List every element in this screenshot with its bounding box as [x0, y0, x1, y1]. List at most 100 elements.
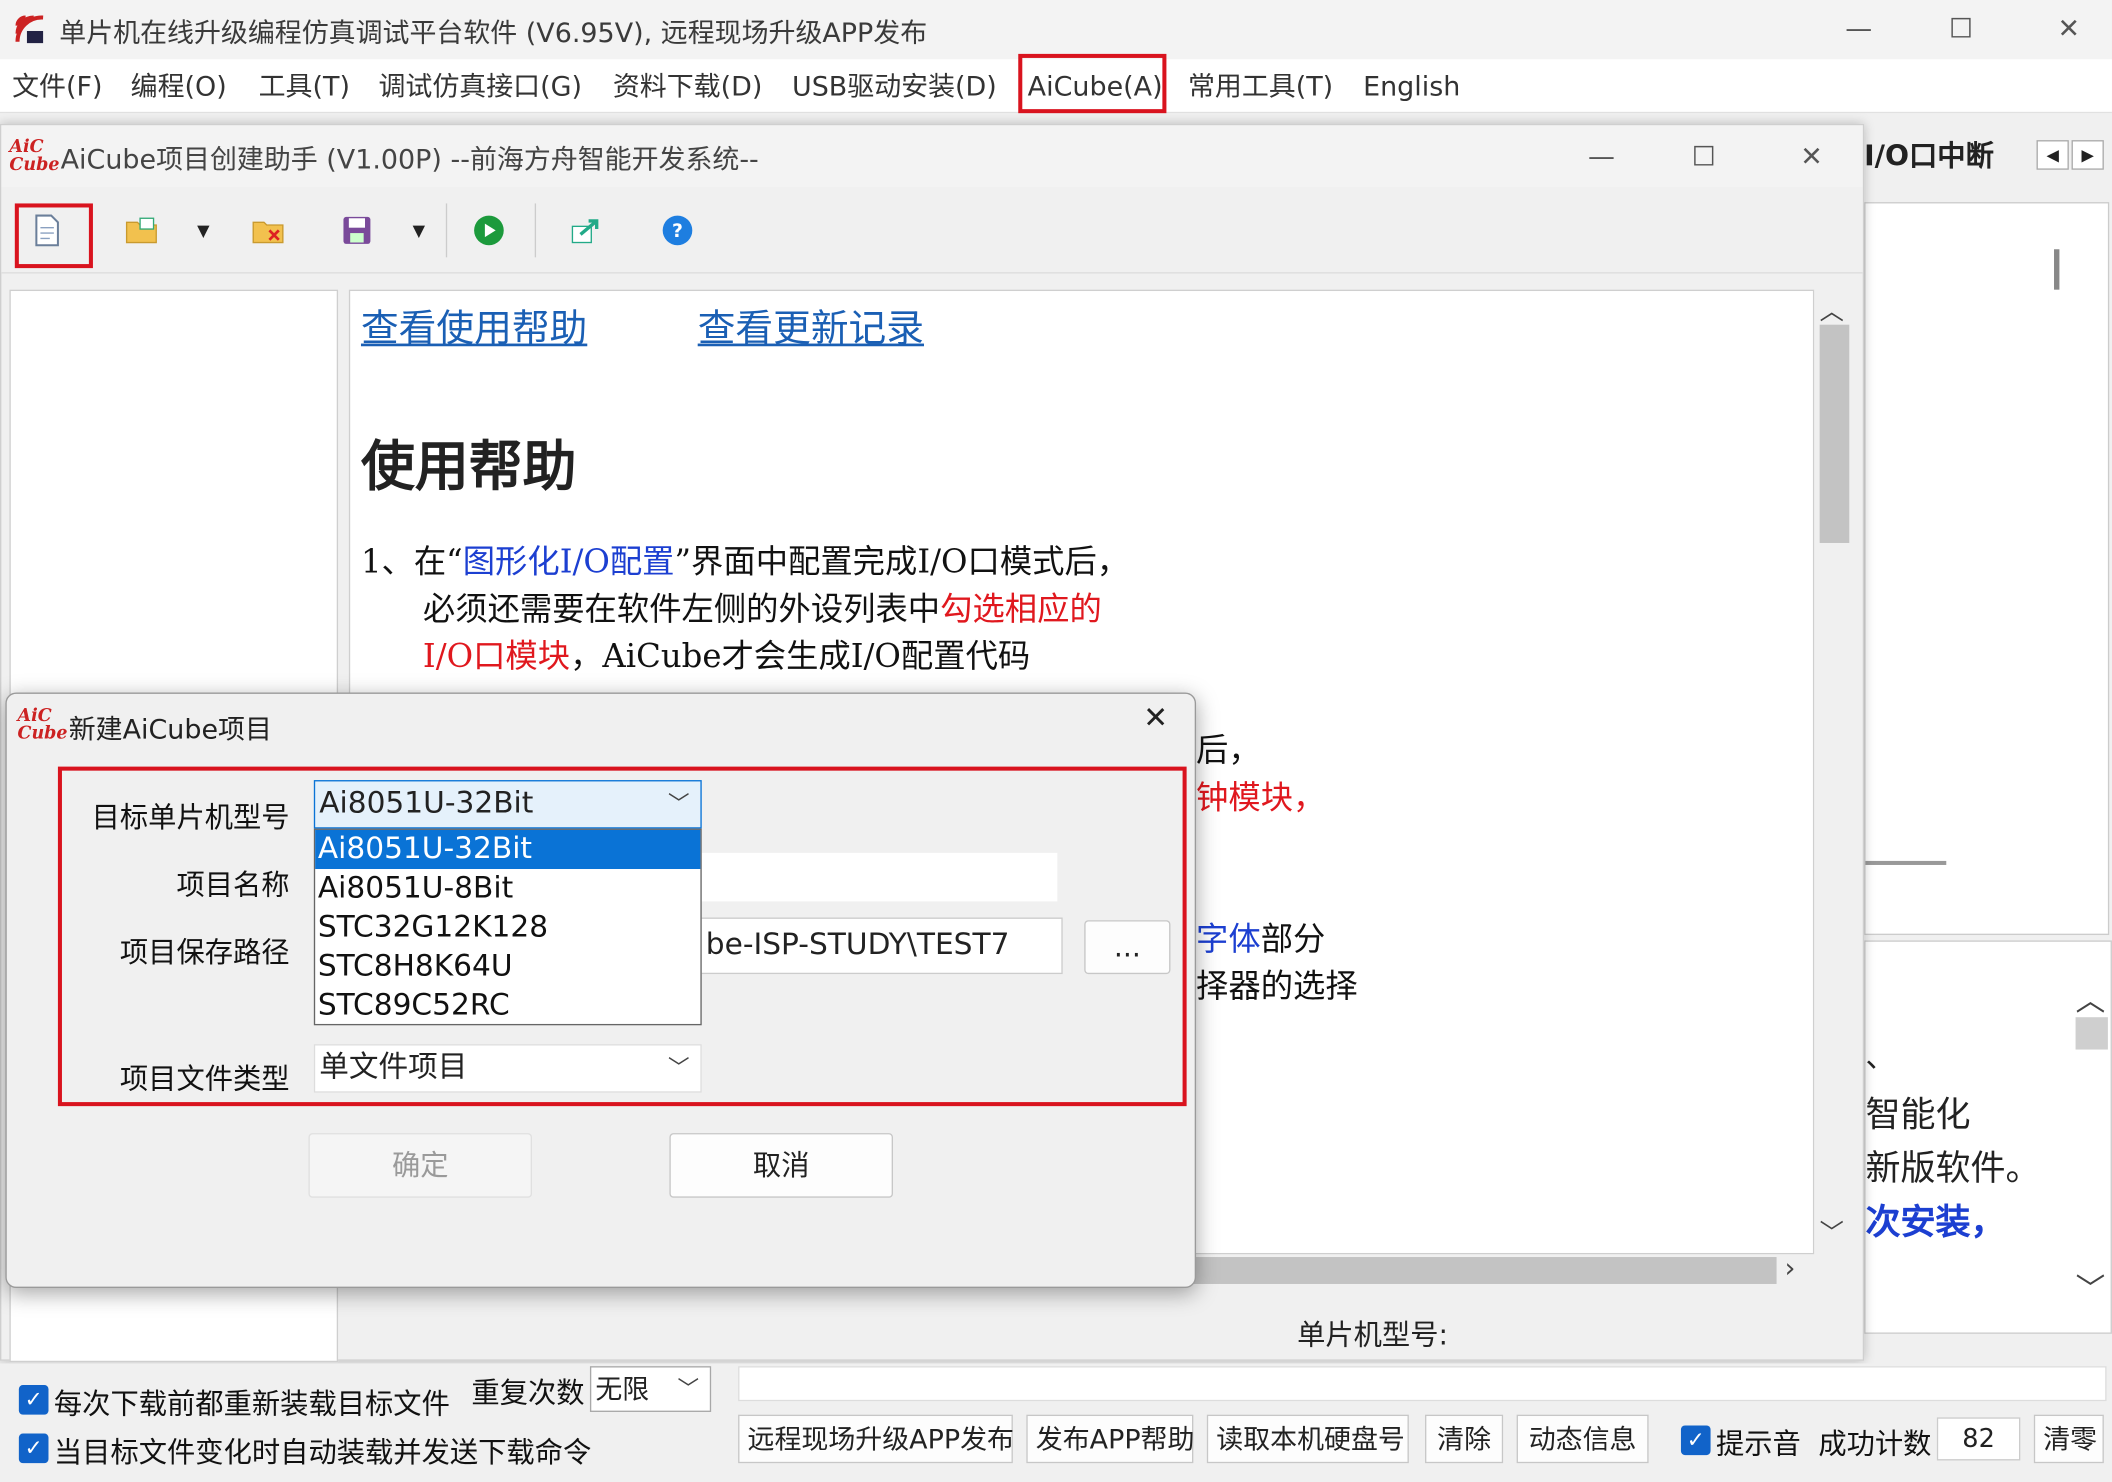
aicube-close-button[interactable]: ✕: [1785, 136, 1839, 176]
scroll-up-icon[interactable]: ︿: [1820, 292, 1844, 327]
mcu-option[interactable]: STC32G12K128: [315, 908, 700, 947]
scroll-down-icon[interactable]: ﹀: [1820, 1214, 1844, 1249]
tab-scroll-left-button[interactable]: ◀: [2036, 140, 2069, 170]
mcu-option[interactable]: STC89C52RC: [315, 986, 700, 1025]
auto-load-checkbox[interactable]: ✓: [18, 1433, 49, 1464]
read-disk-id-button[interactable]: 读取本机硬盘号: [1206, 1414, 1409, 1464]
app-logo-icon: [13, 12, 48, 47]
scroll-right-icon[interactable]: ›: [1785, 1252, 1796, 1284]
save-icon: [343, 216, 371, 244]
scroll-up-icon[interactable]: ︿: [2076, 977, 2106, 1020]
help-para-line: 必须还需要在软件左侧的外设列表中勾选相应的: [422, 590, 1102, 628]
run-button[interactable]: [470, 212, 508, 250]
help-button[interactable]: ?: [659, 212, 697, 250]
highlight-aicube-menu: [1018, 53, 1167, 114]
right-pane: I/O口中断 ◀ ▶ 、 智能化 新版软件。 次安装， ︿ ﹀: [1864, 121, 2112, 1482]
help-partial-line: 字体部分: [1196, 920, 1326, 958]
chevron-down-icon: ﹀: [668, 790, 690, 817]
save-dropdown-button[interactable]: ▼: [400, 212, 438, 250]
close-project-button[interactable]: [249, 212, 287, 250]
io-config-link[interactable]: 图形化I/O配置: [463, 543, 675, 581]
chevron-down-icon: ﹀: [677, 1375, 700, 1402]
menu-file[interactable]: 文件(F): [12, 62, 102, 111]
dialog-close-button[interactable]: ✕: [1133, 702, 1179, 742]
right-info-line: 次安装，: [1865, 1203, 2006, 1244]
publish-help-button[interactable]: 发布APP帮助: [1026, 1414, 1194, 1464]
minimize-button[interactable]: —: [1832, 8, 1886, 48]
tab-io-interrupt[interactable]: I/O口中断: [1864, 135, 2012, 178]
open-folder-icon: [125, 217, 157, 244]
mcu-model-label: 目标单片机型号: [91, 801, 290, 834]
reset-count-button[interactable]: 清零: [2033, 1414, 2104, 1464]
remote-upgrade-button[interactable]: 远程现场升级APP发布: [738, 1414, 1014, 1464]
chevron-down-icon: ﹀: [668, 1054, 690, 1081]
aicube-minimize-button[interactable]: —: [1575, 136, 1629, 176]
clear-button[interactable]: 清除: [1425, 1414, 1504, 1464]
link-view-changelog[interactable]: 查看更新记录: [698, 299, 924, 353]
new-project-dialog: AiC Cube 新建AiCube项目 ✕ 目标单片机型号 Ai8051U-32…: [5, 692, 1197, 1289]
file-type-label: 项目文件类型: [119, 1063, 290, 1096]
cancel-button[interactable]: 取消: [669, 1133, 893, 1198]
mcu-model-select[interactable]: Ai8051U-32Bit ﹀: [313, 780, 702, 829]
help-icon: ?: [662, 215, 693, 246]
mcu-option[interactable]: Ai8051U-32Bit: [315, 829, 701, 870]
help-partial-line: 择器的选择: [1196, 967, 1358, 1006]
menu-common-tools[interactable]: 常用工具(T): [1188, 62, 1333, 111]
ok-button[interactable]: 确定: [308, 1133, 533, 1198]
open-project-button[interactable]: [123, 212, 161, 250]
repeat-label: 重复次数: [471, 1376, 585, 1410]
sound-label: 提示音: [1715, 1428, 1801, 1461]
menu-program[interactable]: 编程(O): [131, 62, 227, 111]
dialog-logo-icon: AiC Cube: [17, 705, 68, 744]
close-icon: ✕: [1143, 701, 1169, 736]
right-panel-scroll-thumb[interactable]: [2054, 249, 2060, 290]
help-heading: 使用帮助: [360, 435, 577, 499]
progress-bar: [738, 1366, 2107, 1402]
menu-download[interactable]: 资料下载(D): [613, 62, 763, 111]
aicube-window-title: AiCube项目创建助手 (V1.00P) --前海方舟智能开发系统--: [60, 142, 759, 175]
mcu-option[interactable]: Ai8051U-8Bit: [315, 869, 700, 908]
tab-scroll-right-button[interactable]: ▶: [2071, 140, 2104, 170]
auto-load-checkbox-label: 当目标文件变化时自动装载并发送下载命令: [53, 1436, 592, 1469]
help-partial-line: 后，: [1196, 731, 1261, 770]
help-para-line: 1、在“图形化I/O配置”界面中配置完成I/O口模式后，: [360, 542, 1130, 581]
right-info-line: 新版软件。: [1865, 1149, 2041, 1190]
dialog-title: 新建AiCube项目: [68, 712, 272, 746]
mcu-option[interactable]: STC8H8K64U: [315, 947, 700, 986]
h-scroll-thumb[interactable]: [1183, 1257, 1777, 1284]
reload-checkbox[interactable]: ✓: [18, 1385, 49, 1415]
export-icon: [571, 219, 599, 244]
dynamic-info-button[interactable]: 动态信息: [1516, 1414, 1649, 1464]
success-count-value: 82: [1936, 1417, 2021, 1461]
menu-tools[interactable]: 工具(T): [259, 62, 350, 111]
success-count-label: 成功计数: [1818, 1428, 1932, 1461]
caret-down-icon: ▼: [412, 220, 426, 240]
menubar: 文件(F) 编程(O) 工具(T) 调试仿真接口(G) 资料下载(D) USB驱…: [0, 53, 2112, 114]
project-name-input[interactable]: [696, 852, 1058, 902]
reload-checkbox-label: 每次下载前都重新装载目标文件: [53, 1387, 450, 1421]
folder-close-icon: [252, 221, 284, 244]
right-code-panel: [1864, 202, 2110, 936]
help-scroll-thumb[interactable]: [1819, 324, 1850, 543]
maximize-button[interactable]: ☐: [1934, 8, 1988, 48]
save-project-button[interactable]: [338, 212, 376, 250]
repeat-count-select[interactable]: 无限 ﹀: [589, 1366, 712, 1412]
menu-usb-driver[interactable]: USB驱动安装(D): [792, 62, 997, 111]
browse-path-button[interactable]: ...: [1084, 920, 1171, 975]
open-dropdown-button[interactable]: ▼: [185, 212, 223, 250]
right-info-scroll-thumb[interactable]: [2075, 1017, 2108, 1050]
file-type-select[interactable]: 单文件项目 ﹀: [313, 1044, 702, 1093]
sound-checkbox[interactable]: ✓: [1680, 1425, 1711, 1456]
link-view-help[interactable]: 查看使用帮助: [361, 299, 587, 353]
help-vertical-scrollbar[interactable]: ︿ ﹀: [1814, 289, 1852, 1255]
right-info-line: 智能化: [1865, 1095, 1971, 1136]
svg-text:?: ?: [672, 221, 683, 242]
aicube-maximize-button[interactable]: ☐: [1677, 136, 1731, 176]
scroll-down-icon[interactable]: ﹀: [2076, 1265, 2106, 1308]
menu-debug[interactable]: 调试仿真接口(G): [378, 62, 582, 111]
export-button[interactable]: [567, 212, 605, 250]
close-button[interactable]: ✕: [2042, 8, 2096, 48]
right-info-panel: 、 智能化 新版软件。 次安装， ︿ ﹀: [1864, 940, 2112, 1334]
play-icon: [474, 215, 504, 246]
menu-english[interactable]: English: [1363, 62, 1460, 111]
